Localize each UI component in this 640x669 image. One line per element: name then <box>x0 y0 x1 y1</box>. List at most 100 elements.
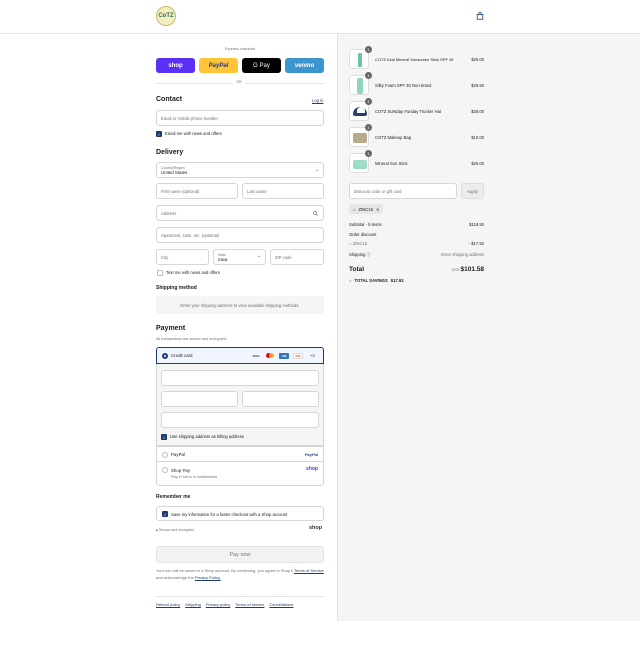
expiration-input[interactable] <box>161 391 238 407</box>
discount-value: - $17.92 <box>468 241 484 246</box>
discount-code-row: ⌂ ZINC15 - $17.92 <box>349 241 484 246</box>
subtotal-value: $119.50 <box>469 222 484 227</box>
quantity-badge: 1 <box>365 98 372 105</box>
cart-item: 1 COTZ Kids Mineral Sunscreen Stick SPF … <box>349 46 484 71</box>
save-info-checkbox[interactable]: ✓ <box>162 511 168 517</box>
search-icon <box>313 211 318 216</box>
newsletter-checkbox[interactable]: ✓ <box>156 131 162 137</box>
google-pay-express-button[interactable]: G Pay <box>242 58 281 73</box>
amex-icon: AM <box>279 353 289 359</box>
zip-input[interactable]: ZIP code <box>270 249 324 265</box>
item-name: COTZ Kids Mineral Sunscreen Stick SPF 45 <box>375 57 454 62</box>
last-name-input[interactable]: Last name <box>242 183 324 199</box>
paypal-option[interactable]: PayPal PayPal <box>156 446 324 462</box>
newsletter-label: Email me with news and offers <box>165 131 222 136</box>
item-price: $26.00 <box>471 57 484 62</box>
country-value: United States <box>161 169 188 175</box>
cart-item: 1 COTZ SUNday Funday Trucker Hat $28.00 <box>349 98 484 123</box>
subtotal-label: Subtotal · 5 items <box>349 222 382 227</box>
discount-tag: ⌂ ZINC15 ✕ <box>349 204 384 214</box>
quantity-badge: 1 <box>365 46 372 53</box>
or-separator: OR <box>233 80 245 84</box>
shopping-bag-icon[interactable] <box>476 12 484 20</box>
discount-code-input[interactable]: Discount code or gift card <box>349 183 457 199</box>
privacy-policy-link[interactable]: Privacy policy <box>206 602 230 607</box>
total-label: Total <box>349 266 365 273</box>
tag-icon: ⌂ <box>349 241 352 246</box>
shipping-method-message: Enter your shipping address to view avai… <box>156 296 324 314</box>
credit-card-radio[interactable] <box>162 353 168 359</box>
shop-pay-radio[interactable] <box>162 467 168 473</box>
refund-policy-link[interactable]: Refund policy <box>156 602 180 607</box>
privacy-link[interactable]: Privacy Policy. <box>195 575 221 580</box>
legal-text: Your info will be saved to a Shop accoun… <box>156 568 324 581</box>
paypal-radio[interactable] <box>162 452 168 458</box>
close-icon[interactable]: ✕ <box>376 207 380 212</box>
chevron-down-icon: ⌄ <box>315 167 320 173</box>
currency-code: USD <box>451 268 460 272</box>
terms-link[interactable]: Terms of Service <box>294 568 324 573</box>
discount-tag-label: ZINC15 <box>358 206 373 212</box>
paypal-express-button[interactable]: PayPal <box>199 58 238 73</box>
apartment-input[interactable]: Apartment, suite, etc. (optional) <box>156 227 324 243</box>
total-savings-label: TOTAL SAVINGS <box>354 278 388 283</box>
shipping-method-heading: Shipping method <box>156 285 197 291</box>
order-discount-label: Order discount <box>349 232 377 237</box>
shop-logo: shop <box>309 525 323 531</box>
shop-pay-label: Shop Pay <box>171 468 191 473</box>
discount-code-label: ZINC15 <box>352 241 368 246</box>
login-link[interactable]: Log in <box>312 98 323 103</box>
paypal-logo: PayPal <box>304 452 318 457</box>
cart-item: 1 Mineral Sun Stick $26.00 <box>349 150 484 175</box>
venmo-express-button[interactable]: venmo <box>285 58 324 73</box>
item-price: $28.00 <box>471 109 484 114</box>
country-select[interactable]: Country/Region United States <box>156 162 324 178</box>
text-me-checkbox[interactable] <box>157 270 163 276</box>
item-price: $26.00 <box>471 161 484 166</box>
city-input[interactable]: City <box>156 249 209 265</box>
email-input[interactable]: Email or mobile phone number <box>156 110 324 126</box>
security-code-input[interactable] <box>242 391 319 407</box>
footer-links: Refund policy Shipping Privacy policy Te… <box>156 602 293 607</box>
shop-pay-express-button[interactable]: shop <box>156 58 195 73</box>
shipping-value: Enter shipping address <box>441 252 484 257</box>
cart-item: 1 Silky Foam SPF 30 Non-tinted $29.50 <box>349 72 484 97</box>
payment-subtitle: All transactions are secure and encrypte… <box>156 337 227 341</box>
order-discount-row: Order discount <box>349 232 484 237</box>
visa-icon: VISA <box>252 354 260 358</box>
subtotal-row: Subtotal · 5 items $119.50 <box>349 222 484 227</box>
express-checkout-label: Express checkout <box>225 47 255 51</box>
shipping-link[interactable]: Shipping <box>185 602 201 607</box>
tag-icon: ⌂ <box>349 278 352 283</box>
item-name: COTZ Makeup Bag <box>375 135 412 140</box>
address-input[interactable]: Address <box>156 205 324 221</box>
cancellations-link[interactable]: Cancellations <box>269 602 293 607</box>
store-logo[interactable]: CoTZ <box>156 6 176 26</box>
payment-heading: Payment <box>156 325 186 332</box>
total-value: $101.58 <box>460 266 485 273</box>
secure-text: 🔒︎ Secure and encrypted <box>156 528 194 532</box>
info-icon[interactable]: ⓘ <box>366 252 370 257</box>
card-number-input[interactable] <box>161 370 319 386</box>
cart-item: 1 COTZ Makeup Bag $10.00 <box>349 124 484 149</box>
apply-button[interactable]: Apply <box>461 183 484 199</box>
shop-pay-subtitle: Pay in full or in installments <box>171 475 218 479</box>
shipping-label: Shipping <box>349 252 366 257</box>
lock-icon: 🔒︎ <box>156 528 158 532</box>
credit-card-option[interactable]: Credit card VISA AM DIS +3 <box>156 347 324 364</box>
delivery-heading: Delivery <box>156 149 184 156</box>
item-name: Mineral Sun Stick <box>375 161 408 166</box>
credit-card-label: Credit card <box>171 353 193 358</box>
shop-pay-option[interactable]: Shop Pay Pay in full or in installments … <box>156 461 324 486</box>
terms-of-service-link[interactable]: Terms of service <box>235 602 264 607</box>
billing-address-label: Use shipping address as billing address <box>170 434 244 439</box>
contact-heading: Contact <box>156 96 183 103</box>
quantity-badge: 1 <box>365 72 372 79</box>
tag-icon: ⌂ <box>353 206 356 212</box>
name-on-card-input[interactable] <box>161 412 319 428</box>
billing-address-checkbox[interactable]: ✓ <box>161 434 167 440</box>
first-name-input[interactable]: First name (optional) <box>156 183 238 199</box>
item-name: COTZ SUNday Funday Trucker Hat <box>375 109 442 114</box>
pay-now-button[interactable]: Pay now <box>156 546 324 563</box>
item-price: $29.50 <box>471 83 484 88</box>
